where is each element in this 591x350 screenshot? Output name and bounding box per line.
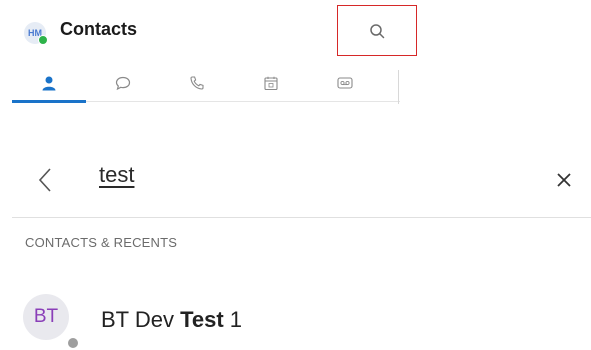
active-tab-indicator [12,100,86,103]
tab-calendar[interactable] [234,64,308,102]
presence-online-indicator [38,35,48,45]
close-icon [557,173,571,187]
calendar-icon [264,76,278,91]
contact-name-prefix: BT Dev [101,307,181,332]
clear-search-button[interactable] [548,164,580,196]
contact-name-suffix: 1 [223,307,243,332]
tab-contacts[interactable] [12,64,86,102]
user-avatar[interactable]: HM [24,22,48,45]
search-divider [12,217,591,218]
tab-voicemail[interactable] [308,64,382,102]
section-header: CONTACTS & RECENTS [25,235,178,250]
tab-bar-divider [86,101,400,102]
page-title: Contacts [60,19,138,39]
back-button[interactable] [30,162,60,198]
phone-icon [190,76,204,90]
person-icon [42,76,56,91]
search-button[interactable] [337,5,417,56]
search-input[interactable]: test [99,162,134,188]
tab-messages[interactable] [86,64,160,102]
chat-bubble-icon [115,76,131,91]
tab-calls[interactable] [160,64,234,102]
contact-avatar-initials: BT [33,306,59,327]
tab-bar-scroll-edge [398,70,399,104]
voicemail-icon [337,77,353,89]
search-icon [370,23,385,38]
contact-result-row[interactable] [0,286,591,348]
contact-name-match: Test [180,307,224,332]
contact-name[interactable]: BT Dev Test 1 [101,307,242,333]
contact-avatar: BT [23,294,69,340]
chevron-left-icon [38,168,51,192]
